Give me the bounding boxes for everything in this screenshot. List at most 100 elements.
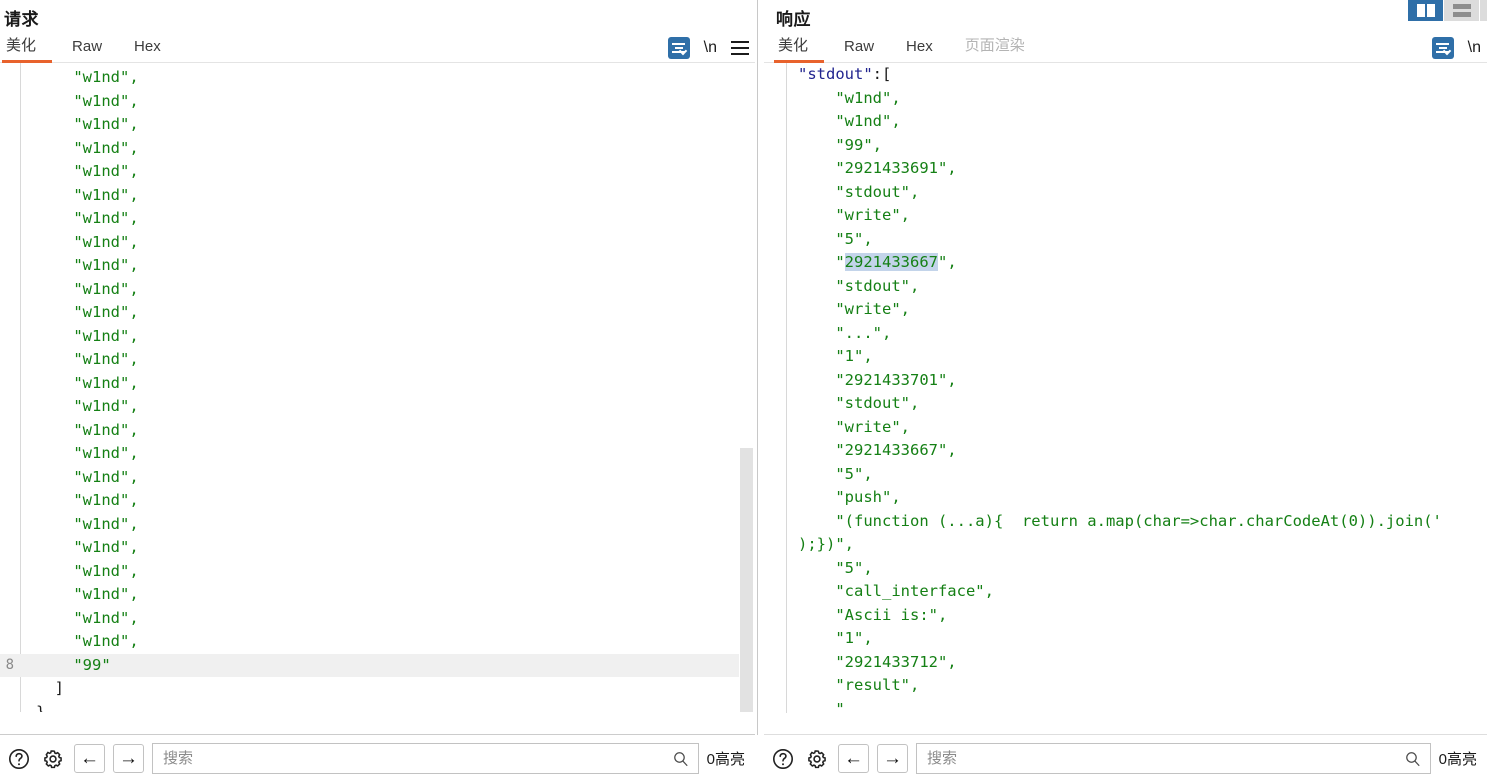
code-text: "stdout", <box>798 276 920 295</box>
code-line: "w1nd", <box>0 466 740 490</box>
response-editor[interactable]: "stdout":[ "w1nd", "w1nd", "99", "292143… <box>764 63 1487 713</box>
find-previous-label: ← <box>80 748 99 769</box>
layout-toggle-edge <box>1480 0 1487 21</box>
code-text: "99", <box>798 135 882 154</box>
request-pane: 请求 美化 Raw Hex \n "w1nd", "w1nd", "w1nd",… <box>0 0 755 782</box>
code-text: "result", <box>798 676 920 694</box>
request-tab-hex-label: Hex <box>134 38 161 55</box>
code-line: "w1nd", <box>0 254 740 278</box>
response-search-field[interactable] <box>916 743 1431 774</box>
code-text: "w1nd", <box>36 350 139 368</box>
request-tab-tools: \n <box>667 37 749 59</box>
request-tab-pretty[interactable]: 美化 <box>0 32 56 63</box>
response-tab-hex[interactable]: Hex <box>890 36 949 62</box>
request-editor[interactable]: "w1nd", "w1nd", "w1nd", "w1nd", "w1nd", … <box>0 63 755 712</box>
request-vertical-scrollbar[interactable] <box>739 145 753 712</box>
request-tab-raw-label: Raw <box>72 38 103 55</box>
find-next-button[interactable]: → <box>113 744 144 773</box>
help-icon[interactable] <box>6 746 32 772</box>
code-text: "w1nd", <box>36 209 139 227</box>
code-text: "w1nd", <box>36 467 139 486</box>
code-text: "w1nd", <box>36 256 139 274</box>
word-wrap-icon[interactable] <box>667 37 690 59</box>
response-tab-pretty[interactable]: 美化 <box>764 32 828 63</box>
layout-split-vertical-button[interactable] <box>1408 0 1444 21</box>
code-line: "w1nd", <box>0 536 740 560</box>
code-text: "w1nd", <box>798 88 901 107</box>
response-tab-hex-label: Hex <box>906 38 933 55</box>
code-text: "99" <box>36 655 111 674</box>
code-line: "w1nd", <box>0 630 740 654</box>
newline-toggle-icon[interactable]: \n <box>704 39 717 57</box>
code-text: "w1nd", <box>36 115 139 133</box>
code-text: "1", <box>798 347 873 365</box>
code-text: "1", <box>798 629 873 647</box>
line-number: 8 <box>5 656 14 673</box>
request-tab-raw[interactable]: Raw <box>56 36 118 62</box>
code-text: "...", <box>798 323 892 342</box>
code-text: "call_interface", <box>798 582 994 600</box>
gear-icon[interactable] <box>40 746 66 772</box>
response-pane-title: 响应 <box>776 10 811 29</box>
find-previous-button[interactable]: ← <box>838 744 869 773</box>
code-line: "w1nd", <box>0 231 740 255</box>
help-icon[interactable] <box>770 746 796 772</box>
code-line: "w1nd", <box>0 184 740 208</box>
code-line: "w1nd", <box>0 348 740 372</box>
response-tab-raw-label: Raw <box>844 38 875 55</box>
code-text: "stdout", <box>798 394 920 412</box>
request-tab-hex[interactable]: Hex <box>118 36 177 62</box>
word-wrap-icon[interactable] <box>1431 37 1454 59</box>
find-previous-button[interactable]: ← <box>74 744 105 773</box>
code-line: "w1nd", <box>0 372 740 396</box>
find-next-button[interactable]: → <box>877 744 908 773</box>
response-tab-render[interactable]: 页面渲染 <box>949 32 1041 62</box>
code-line: "w1nd", <box>0 301 740 325</box>
code-text: "w1nd", <box>36 68 139 86</box>
newline-toggle-icon[interactable]: \n <box>1468 39 1481 57</box>
gear-icon[interactable] <box>804 746 830 772</box>
response-hit-count: 0高亮 <box>1438 751 1477 768</box>
code-text: "w1nd", <box>36 138 139 157</box>
response-search-input[interactable] <box>917 744 1430 773</box>
request-search-input[interactable] <box>153 744 698 773</box>
code-text: "w1nd", <box>36 279 139 298</box>
request-findbar: ← → 0高亮 <box>0 735 755 782</box>
code-line: "w1nd", <box>0 489 740 513</box>
response-tab-raw[interactable]: Raw <box>828 36 890 62</box>
find-next-label: → <box>883 748 902 769</box>
code-line: ] <box>0 677 740 701</box>
code-line: "w1nd", <box>0 137 740 161</box>
code-text: "2921433691", <box>798 159 957 177</box>
code-text: "w1nd", <box>36 491 139 509</box>
code-text: "5", <box>798 229 873 248</box>
code-text: "w1nd", <box>36 632 139 650</box>
code-line: "w1nd", <box>0 325 740 349</box>
code-text: "w1nd", <box>36 326 139 345</box>
layout-split-horizontal-button[interactable] <box>1444 0 1480 21</box>
code-text: );})", <box>798 535 854 553</box>
code-line: "w1nd", <box>0 160 740 184</box>
response-tab-tools: \n <box>1431 37 1481 59</box>
request-tab-pretty-label: 美化 <box>6 37 37 54</box>
code-text: "w1nd", <box>36 185 139 204</box>
code-line: "w1nd", <box>0 560 740 584</box>
request-scrollbar-thumb[interactable] <box>740 448 753 712</box>
code-line: "w1nd", <box>0 113 740 137</box>
pane-divider[interactable] <box>757 0 758 735</box>
code-line: "w1nd", <box>0 442 740 466</box>
request-tabbar: 美化 Raw Hex \n <box>0 32 755 63</box>
menu-icon[interactable] <box>731 41 749 55</box>
split-vertical-icon <box>1416 4 1435 17</box>
code-text: "2921433667", <box>798 253 957 271</box>
code-text: "w1nd", <box>36 397 139 415</box>
code-text: "w1nd", <box>36 585 139 603</box>
code-text: "5", <box>798 558 873 577</box>
code-line: "w1nd", <box>0 66 740 90</box>
code-text: "w1nd", <box>36 91 139 110</box>
code-text: "push", <box>798 488 901 506</box>
response-tab-render-label: 页面渲染 <box>964 37 1025 54</box>
code-text: "w1nd", <box>798 112 901 130</box>
request-search-field[interactable] <box>152 743 699 774</box>
response-tab-list: 美化 Raw Hex 页面渲染 <box>764 32 1041 63</box>
